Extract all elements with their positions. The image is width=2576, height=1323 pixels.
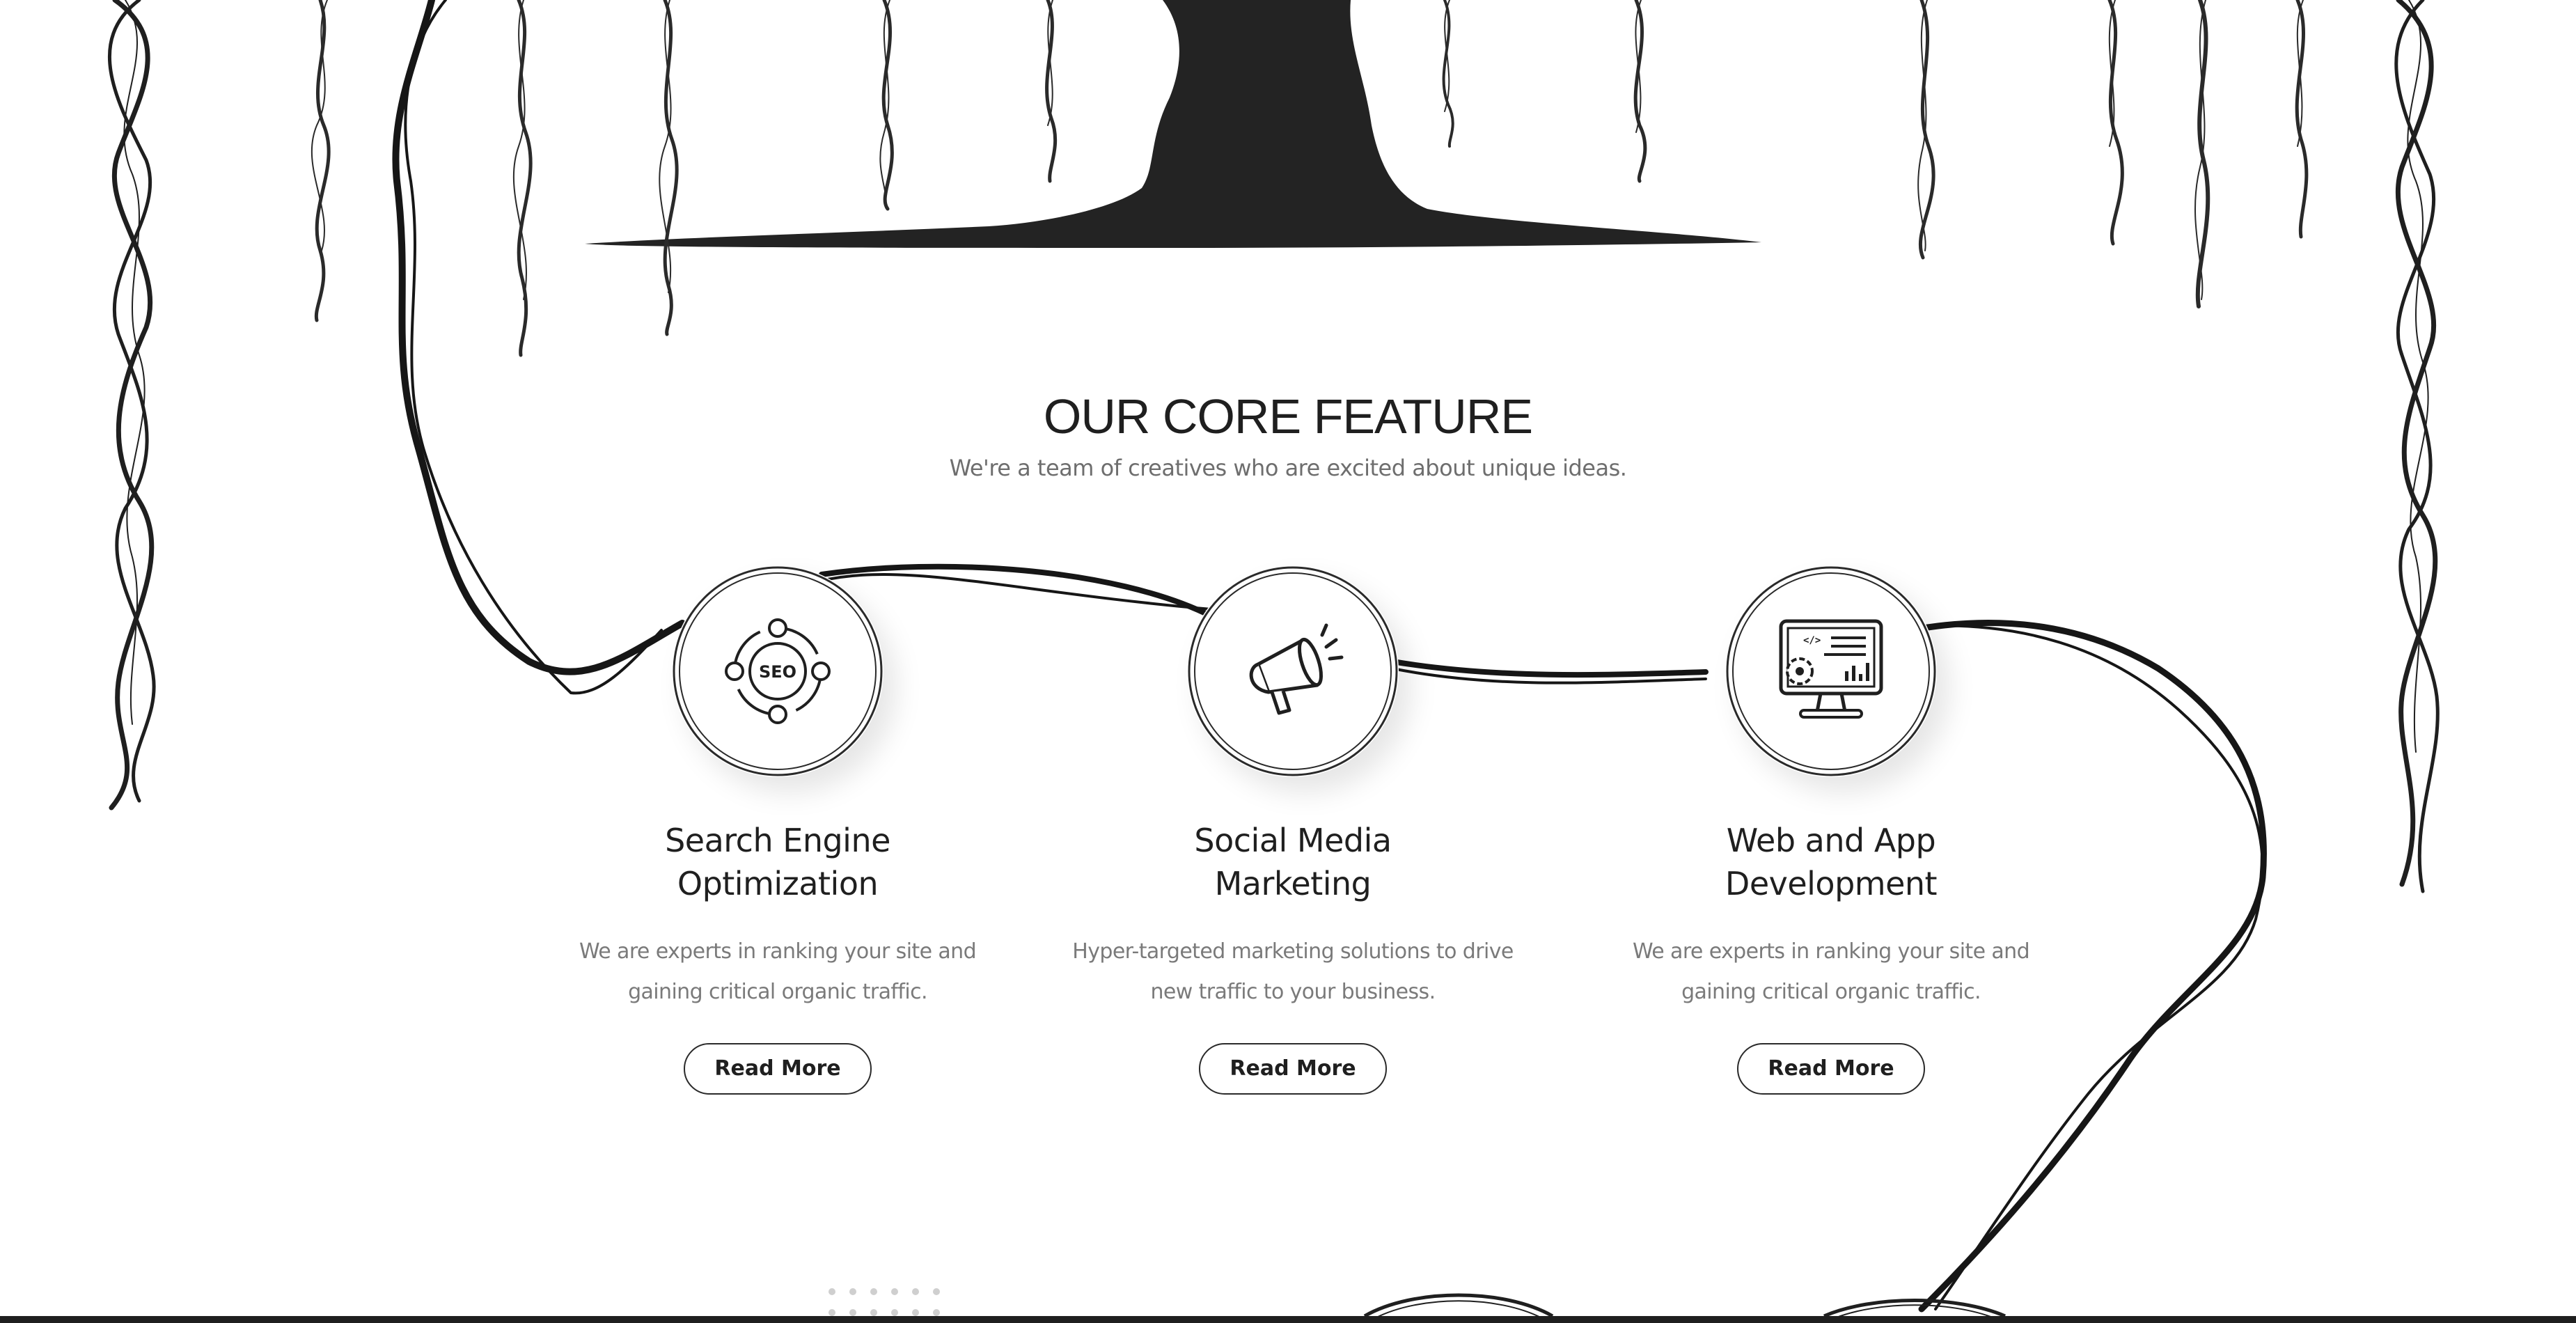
feature-card-social-media: Social Media Marketing Hyper-targeted ma… xyxy=(1063,565,1523,1095)
megaphone-icon xyxy=(1249,623,1344,715)
feature-desc-line1: Hyper-targeted marketing solutions to dr… xyxy=(1072,939,1514,964)
feature-title-line2: Development xyxy=(1725,865,1938,902)
monitor-code-icon: </> xyxy=(1779,619,1883,719)
read-more-button-web-app[interactable]: Read More xyxy=(1737,1043,1925,1095)
feature-title-line1: Social Media xyxy=(1194,822,1392,859)
feature-icon-circle: </> xyxy=(1725,565,1937,777)
feature-desc-line2: gaining critical organic traffic. xyxy=(628,980,927,1004)
feature-title: Search Engine Optimization xyxy=(548,819,1007,905)
section-title: OUR CORE FEATURE xyxy=(1043,389,1533,444)
feature-title-line1: Web and App xyxy=(1726,822,1936,859)
feature-card-web-app: </> Web and App Development We are exper… xyxy=(1601,565,2061,1095)
feature-desc-line1: We are experts in ranking your site and xyxy=(1632,939,2030,964)
feature-title-line2: Marketing xyxy=(1214,865,1372,902)
section-subtitle: We're a team of creatives who are excite… xyxy=(949,455,1627,481)
feature-description: We are experts in ranking your site and … xyxy=(555,932,1000,1012)
feature-description: We are experts in ranking your site and … xyxy=(1608,932,2054,1012)
section-header: OUR CORE FEATURE We're a team of creativ… xyxy=(0,389,2576,482)
feature-card-seo: SEO Search Engine Optimization We are ex… xyxy=(548,565,1007,1095)
feature-title: Social Media Marketing xyxy=(1063,819,1523,905)
feature-title-line2: Optimization xyxy=(677,865,879,902)
feature-desc-line2: gaining critical organic traffic. xyxy=(1681,980,1981,1004)
feature-desc-line2: new traffic to your business. xyxy=(1150,980,1436,1004)
feature-title: Web and App Development xyxy=(1601,819,2061,905)
tree-trunk-shape xyxy=(585,0,1761,248)
feature-title-line1: Search Engine xyxy=(665,822,890,859)
read-more-button-seo[interactable]: Read More xyxy=(684,1043,872,1095)
feature-icon-circle xyxy=(1187,565,1399,777)
feature-desc-line1: We are experts in ranking your site and xyxy=(579,939,977,964)
seo-icon: SEO xyxy=(725,618,831,724)
feature-description: Hyper-targeted marketing solutions to dr… xyxy=(1070,932,1516,1012)
svg-text:SEO: SEO xyxy=(759,662,796,682)
svg-text:</>: </> xyxy=(1803,635,1821,646)
read-more-button-social-media[interactable]: Read More xyxy=(1199,1043,1387,1095)
feature-icon-circle: SEO xyxy=(672,565,883,777)
bottom-divider xyxy=(0,1316,2576,1323)
